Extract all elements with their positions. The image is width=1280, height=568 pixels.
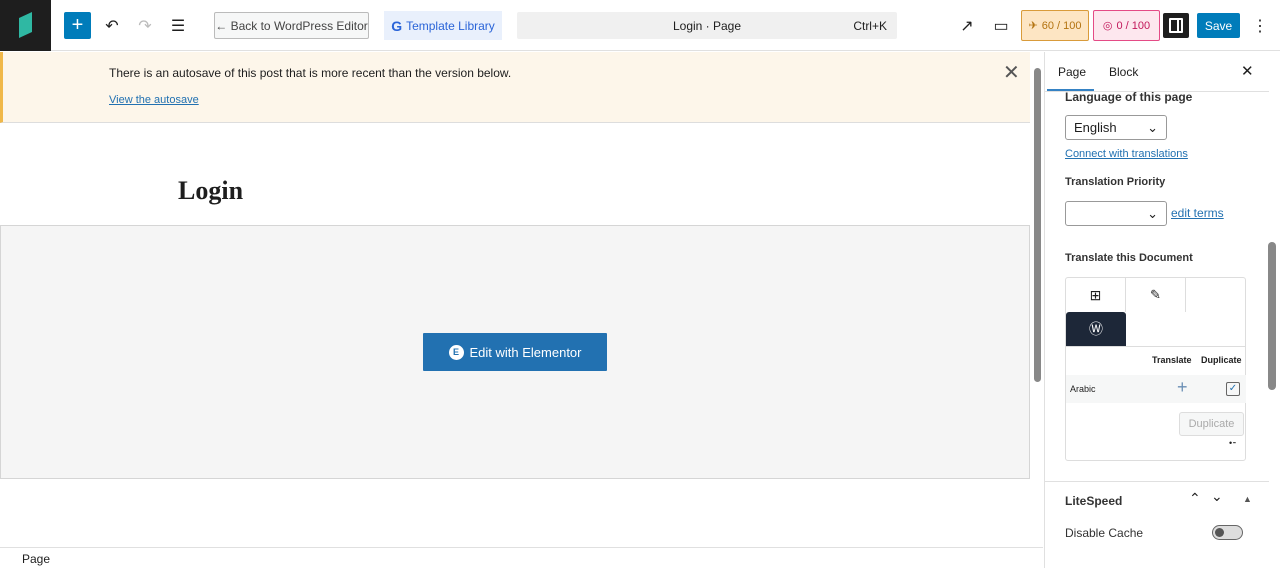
duplicate-checkbox[interactable]: ✓ bbox=[1226, 382, 1240, 396]
settings-panel: Page Block ✕ Language of this page Engli… bbox=[1044, 52, 1280, 568]
preview-device-icon[interactable]: ▭ bbox=[989, 12, 1013, 39]
translate-document-label: Translate this Document bbox=[1065, 252, 1193, 264]
language-label: Language of this page bbox=[1065, 90, 1193, 104]
duplicate-header: Duplicate bbox=[1201, 355, 1242, 365]
wordpress-tab-icon[interactable]: Ⓦ bbox=[1066, 312, 1126, 346]
undo-icon[interactable]: ↶ bbox=[100, 12, 124, 39]
command-palette[interactable]: Login · Page Ctrl+K bbox=[517, 12, 897, 39]
elementor-button-label: Edit with Elementor bbox=[469, 344, 582, 360]
translate-edit-tab-icon[interactable]: ✎ bbox=[1126, 278, 1186, 312]
seo-score: 60 / 100 bbox=[1041, 19, 1082, 32]
add-block-button[interactable]: + bbox=[64, 12, 91, 39]
move-down-icon[interactable]: ⌄ bbox=[1211, 488, 1223, 505]
language-name: Arabic bbox=[1070, 384, 1096, 394]
view-page-icon[interactable]: ↗ bbox=[955, 12, 979, 39]
sidebar-icon bbox=[1169, 18, 1183, 33]
readability-score: 0 / 100 bbox=[1116, 19, 1151, 32]
connect-translations-link[interactable]: Connect with translations bbox=[1065, 148, 1188, 160]
site-logo[interactable] bbox=[0, 0, 51, 51]
language-value: English bbox=[1074, 120, 1117, 135]
translate-header: Translate bbox=[1152, 355, 1192, 365]
language-row: Arabic + ✓ bbox=[1066, 375, 1246, 403]
view-autosave-link[interactable]: View the autosave bbox=[109, 94, 199, 106]
spinner-icon: •⁃ bbox=[1229, 438, 1237, 448]
translation-priority-select[interactable]: ⌄ bbox=[1065, 201, 1167, 226]
settings-sidebar-toggle[interactable] bbox=[1163, 13, 1189, 38]
list-view-icon[interactable]: ☰ bbox=[166, 12, 190, 39]
back-to-wordpress-editor-button[interactable]: ← Back to WordPress Editor bbox=[214, 12, 369, 39]
autosave-notice: There is an autosave of this post that i… bbox=[0, 52, 1030, 123]
template-library-button[interactable]: G Template Library bbox=[384, 11, 502, 40]
edit-with-elementor-button[interactable]: E Edit with Elementor bbox=[423, 333, 607, 371]
disable-cache-toggle[interactable] bbox=[1212, 525, 1243, 540]
readability-score-button[interactable]: ◎ 0 / 100 bbox=[1093, 10, 1160, 41]
document-title: Login · Page bbox=[672, 19, 742, 33]
grid-tab-icon[interactable]: ⊞ bbox=[1066, 278, 1126, 312]
seo-score-button[interactable]: ✈ 60 / 100 bbox=[1021, 10, 1089, 41]
add-translation-icon[interactable]: + bbox=[1177, 377, 1188, 398]
close-icon[interactable]: ✕ bbox=[1003, 60, 1020, 85]
collapse-icon[interactable]: ▲ bbox=[1243, 494, 1252, 504]
elementor-icon: E bbox=[448, 344, 464, 360]
redo-icon[interactable]: ↷ bbox=[133, 12, 157, 39]
close-panel-icon[interactable]: ✕ bbox=[1241, 62, 1254, 80]
scrollbar-thumb[interactable] bbox=[1034, 68, 1041, 382]
edit-terms-link[interactable]: edit terms bbox=[1171, 206, 1224, 220]
notice-message: There is an autosave of this post that i… bbox=[109, 66, 512, 80]
seo-icon: ✈ bbox=[1028, 20, 1038, 32]
translation-priority-label: Translation Priority bbox=[1065, 176, 1166, 188]
translation-box: ⊞ ✎ Ⓦ Translate Duplicate Arabic + ✓ Dup… bbox=[1065, 277, 1246, 461]
move-up-icon[interactable]: ⌃ bbox=[1189, 490, 1201, 507]
language-select[interactable]: English ⌄ bbox=[1065, 115, 1167, 140]
canvas-scrollbar[interactable] bbox=[1031, 52, 1043, 546]
disable-cache-label: Disable Cache bbox=[1065, 526, 1144, 540]
panel-scrollbar-thumb[interactable] bbox=[1268, 242, 1276, 390]
template-library-icon: G bbox=[391, 17, 403, 34]
duplicate-button[interactable]: Duplicate bbox=[1179, 412, 1244, 436]
shortcut-hint: Ctrl+K bbox=[853, 19, 887, 33]
template-library-label: Template Library bbox=[406, 18, 495, 33]
chevron-down-icon: ⌄ bbox=[1147, 205, 1158, 221]
tab-block[interactable]: Block bbox=[1109, 65, 1138, 79]
save-button[interactable]: Save bbox=[1197, 13, 1240, 38]
more-options-icon[interactable]: ⋮ bbox=[1250, 12, 1270, 39]
litespeed-label: LiteSpeed bbox=[1065, 494, 1123, 508]
page-title[interactable]: Login bbox=[178, 176, 243, 206]
block-breadcrumb[interactable]: Page bbox=[0, 547, 1043, 568]
tab-page[interactable]: Page bbox=[1058, 65, 1086, 79]
chevron-down-icon: ⌄ bbox=[1147, 119, 1158, 135]
readability-icon: ◎ bbox=[1102, 20, 1113, 32]
